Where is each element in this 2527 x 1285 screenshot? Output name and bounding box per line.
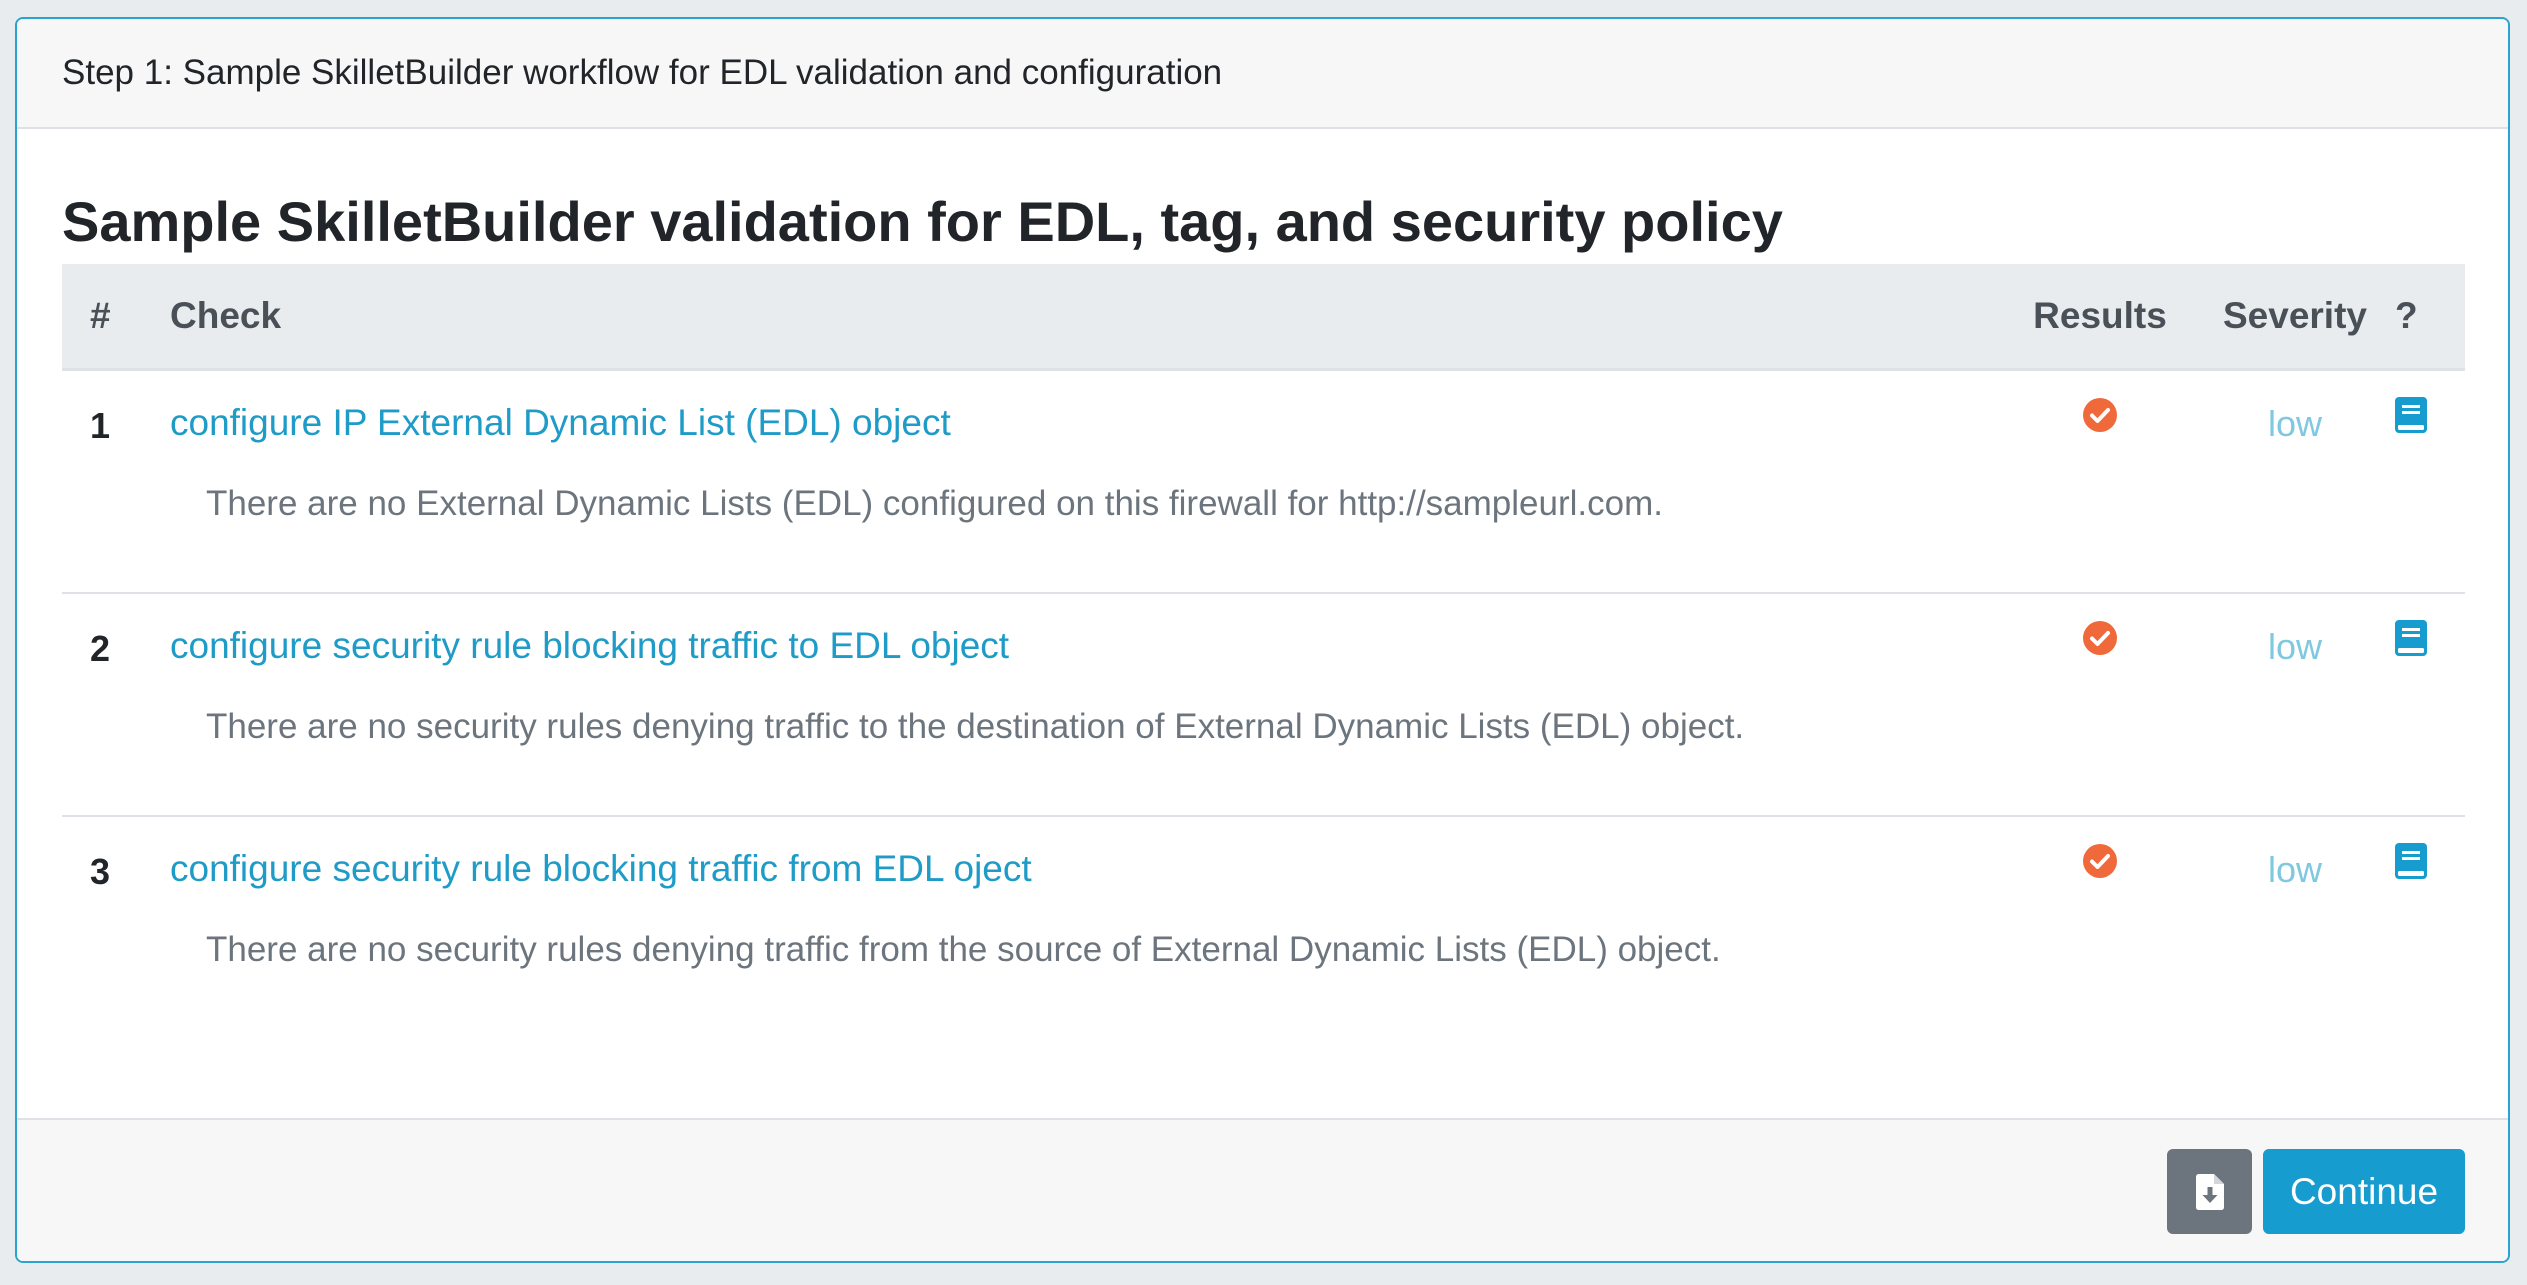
row-check-cell: configure security rule blocking traffic… bbox=[170, 816, 2005, 1038]
row-result-cell bbox=[2005, 816, 2195, 1038]
row-num-cell: 2 bbox=[62, 592, 170, 817]
continue-button[interactable]: Continue bbox=[2263, 1149, 2465, 1234]
book-icon[interactable] bbox=[2395, 619, 2427, 656]
check-name-link[interactable]: configure security rule blocking traffic… bbox=[170, 625, 1009, 667]
row-num-cell: 1 bbox=[62, 369, 170, 594]
row-result-cell bbox=[2005, 369, 2195, 594]
check-name-link[interactable]: configure IP External Dynamic List (EDL)… bbox=[170, 402, 951, 444]
step-title: Step 1: Sample SkilletBuilder workflow f… bbox=[62, 53, 1223, 92]
row-help-cell bbox=[2395, 369, 2465, 594]
check-message: There are no security rules denying traf… bbox=[206, 929, 1721, 969]
column-header-help: ? bbox=[2395, 264, 2465, 371]
card-footer: Continue bbox=[17, 1118, 2508, 1261]
workflow-card: Step 1: Sample SkilletBuilder workflow f… bbox=[15, 17, 2510, 1263]
row-help-cell bbox=[2395, 816, 2465, 1038]
column-header-num: # bbox=[62, 264, 170, 371]
check-circle-icon bbox=[2083, 620, 2117, 655]
severity-label: low bbox=[2267, 402, 2323, 444]
check-message: There are no security rules denying traf… bbox=[206, 706, 1745, 746]
severity-label: low bbox=[2267, 625, 2323, 667]
validation-results-table: # Check Results Severity ? 1 configure I… bbox=[62, 264, 2465, 1038]
check-circle-icon bbox=[2083, 843, 2117, 878]
row-number: 2 bbox=[90, 627, 111, 669]
row-severity-cell: low bbox=[2195, 369, 2395, 594]
severity-label: low bbox=[2267, 848, 2323, 890]
check-name-link[interactable]: configure security rule blocking traffic… bbox=[170, 848, 1032, 890]
card-body: Sample SkilletBuilder validation for EDL… bbox=[17, 129, 2508, 1038]
table-header-row: # Check Results Severity ? bbox=[62, 264, 2465, 371]
row-result-cell bbox=[2005, 592, 2195, 817]
file-download-icon bbox=[2195, 1173, 2224, 1210]
page-title: Sample SkilletBuilder validation for EDL… bbox=[62, 190, 1783, 253]
card-header: Step 1: Sample SkilletBuilder workflow f… bbox=[17, 19, 2508, 129]
row-severity-cell: low bbox=[2195, 592, 2395, 817]
check-circle-icon bbox=[2083, 397, 2117, 432]
row-help-cell bbox=[2395, 592, 2465, 817]
row-check-cell: configure security rule blocking traffic… bbox=[170, 592, 2005, 817]
column-header-severity: Severity bbox=[2195, 264, 2395, 371]
download-button[interactable] bbox=[2167, 1149, 2252, 1234]
row-num-cell: 3 bbox=[62, 816, 170, 1038]
book-icon[interactable] bbox=[2395, 842, 2427, 879]
table-row: 2 configure security rule blocking traff… bbox=[62, 592, 2465, 817]
column-header-check: Check bbox=[170, 264, 2005, 371]
table-row: 1 configure IP External Dynamic List (ED… bbox=[62, 369, 2465, 594]
row-number: 3 bbox=[90, 850, 111, 892]
check-message: There are no External Dynamic Lists (EDL… bbox=[206, 483, 1663, 523]
row-check-cell: configure IP External Dynamic List (EDL)… bbox=[170, 369, 2005, 594]
book-icon[interactable] bbox=[2395, 396, 2427, 433]
row-severity-cell: low bbox=[2195, 816, 2395, 1038]
table-row: 3 configure security rule blocking traff… bbox=[62, 816, 2465, 1038]
column-header-results: Results bbox=[2005, 264, 2195, 371]
row-number: 1 bbox=[90, 404, 111, 446]
